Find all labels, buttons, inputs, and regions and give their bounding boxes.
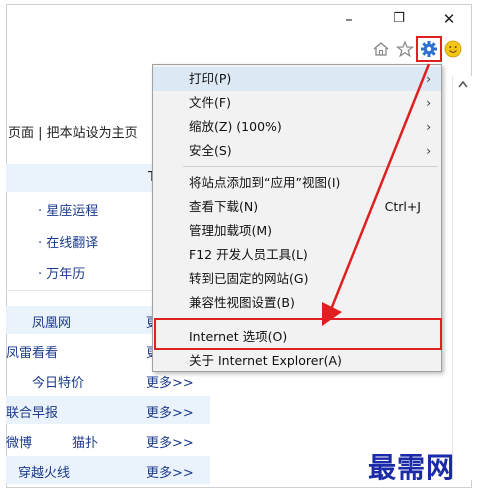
annotation-arrow xyxy=(322,63,431,326)
browser-window: – ❐ ✕ 页面 | 把本站设为主页 T · 星座运程 · 在线翻译 · 万年历 xyxy=(0,0,480,492)
watermark-text: 最需网 xyxy=(368,451,456,484)
